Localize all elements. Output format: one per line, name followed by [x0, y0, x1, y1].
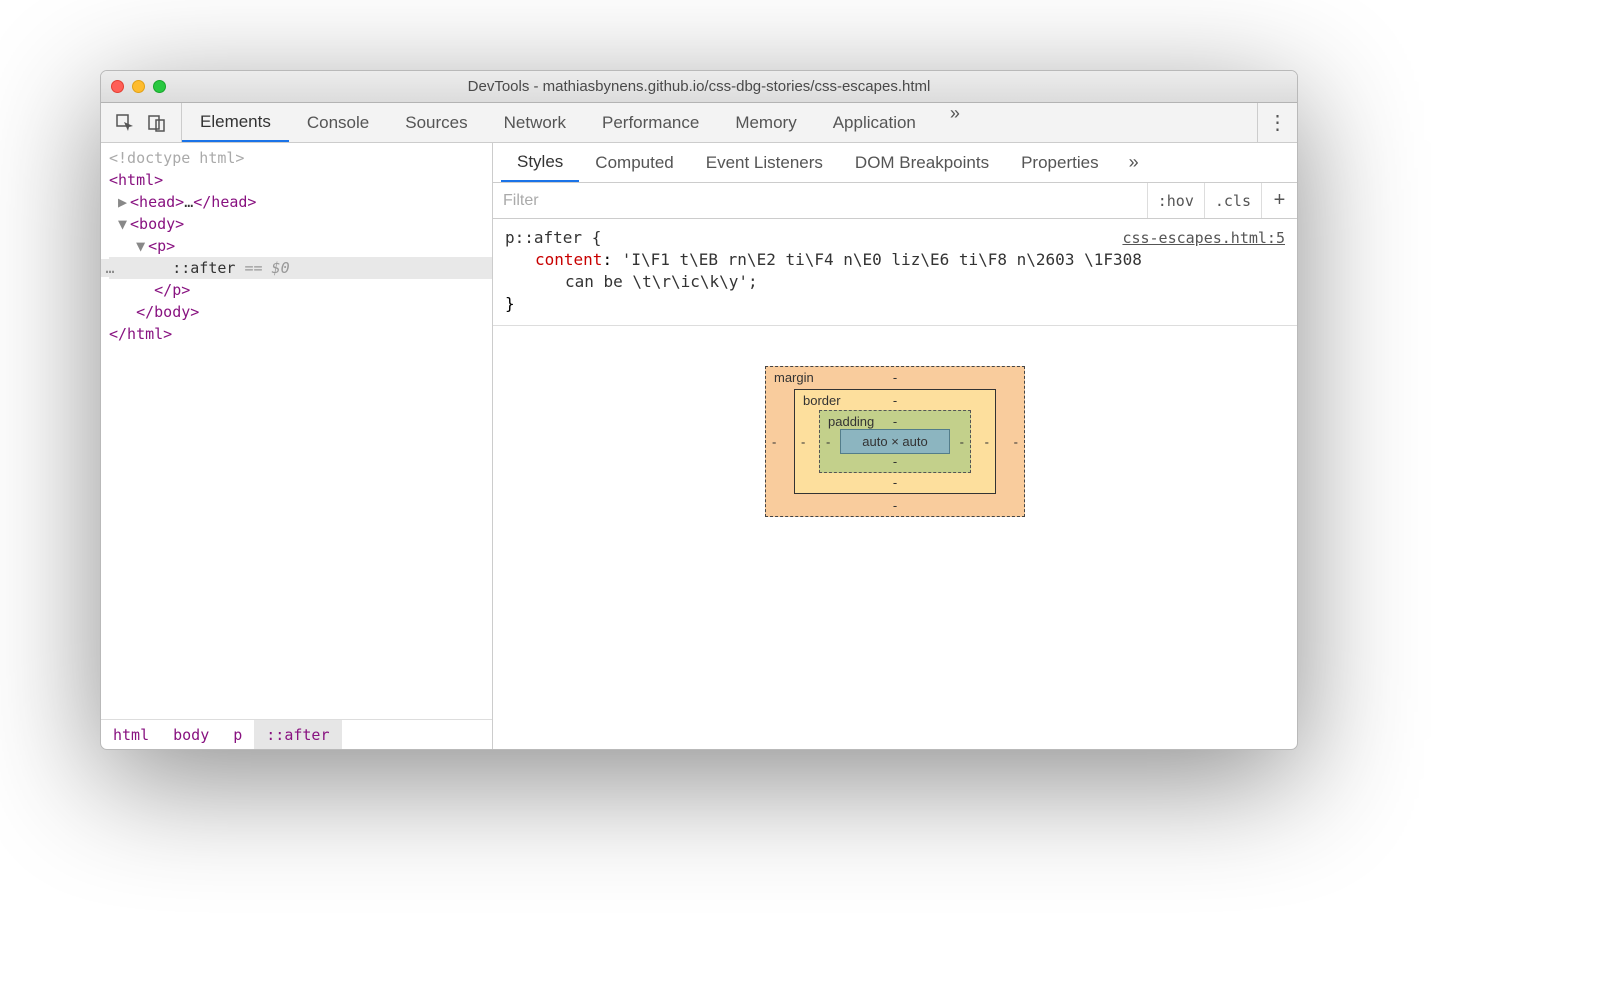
window-title: DevTools - mathiasbynens.github.io/css-d…	[101, 78, 1297, 95]
border-bottom-value: -	[893, 475, 897, 490]
dom-html-open[interactable]: <html>	[109, 169, 492, 191]
kebab-menu-icon[interactable]: ⋮	[1257, 103, 1297, 142]
tab-performance[interactable]: Performance	[584, 103, 717, 142]
border-left-value: -	[801, 434, 805, 449]
stab-computed[interactable]: Computed	[579, 143, 689, 182]
cls-toggle[interactable]: .cls	[1204, 183, 1261, 218]
crumb-after[interactable]: ::after	[254, 720, 341, 749]
stab-event-listeners[interactable]: Event Listeners	[690, 143, 839, 182]
dom-p-open[interactable]: ▼<p>	[109, 235, 492, 257]
inspect-tools	[101, 103, 182, 142]
dom-head[interactable]: ▶<head>…</head>	[109, 191, 492, 213]
devtools-window: DevTools - mathiasbynens.github.io/css-d…	[100, 70, 1298, 750]
css-rule[interactable]: css-escapes.html:5 p::after { content: '…	[493, 219, 1297, 326]
tab-console[interactable]: Console	[289, 103, 387, 142]
margin-left-value: -	[772, 434, 776, 449]
box-model-content[interactable]: auto × auto	[840, 429, 950, 454]
breadcrumb: html body p ::after	[101, 719, 492, 749]
tabs-overflow-icon[interactable]: »	[934, 103, 976, 142]
tab-memory[interactable]: Memory	[717, 103, 814, 142]
box-model-margin[interactable]: margin - - - - border - - - - padding -	[765, 366, 1025, 517]
inspect-element-icon[interactable]	[115, 113, 135, 133]
filter-row: :hov .cls +	[493, 183, 1297, 219]
padding-top-value: -	[893, 414, 897, 429]
hov-toggle[interactable]: :hov	[1147, 183, 1204, 218]
margin-top-value: -	[893, 370, 897, 385]
crumb-html[interactable]: html	[101, 720, 161, 749]
stab-dom-breakpoints[interactable]: DOM Breakpoints	[839, 143, 1005, 182]
dom-doctype[interactable]: <!doctype html>	[109, 147, 492, 169]
padding-left-value: -	[826, 434, 830, 449]
minimize-window-button[interactable]	[132, 80, 145, 93]
dom-p-close[interactable]: </p>	[109, 279, 492, 301]
styles-sub-tabs: Styles Computed Event Listeners DOM Brea…	[493, 143, 1297, 183]
prop-value-line1[interactable]: 'I\F1 t\EB rn\E2 ti\F4 n\E0 liz\E6 ti\F8…	[622, 250, 1142, 269]
content-area: <!doctype html> <html> ▶<head>…</head> ▼…	[101, 143, 1297, 749]
box-model-border[interactable]: border - - - - padding - - - - auto × au…	[794, 389, 996, 494]
dom-after-selected[interactable]: ::after == $0	[109, 257, 492, 279]
margin-right-value: -	[1014, 434, 1018, 449]
stabs-overflow-icon[interactable]: »	[1115, 152, 1153, 173]
rule-source-link[interactable]: css-escapes.html:5	[1122, 227, 1285, 249]
margin-label: margin	[774, 370, 814, 385]
plus-icon: +	[1274, 189, 1286, 212]
tab-network[interactable]: Network	[486, 103, 584, 142]
border-label: border	[803, 393, 841, 408]
box-model: margin - - - - border - - - - padding -	[493, 326, 1297, 749]
dom-body-close[interactable]: </body>	[109, 301, 492, 323]
crumb-p[interactable]: p	[221, 720, 254, 749]
stab-styles[interactable]: Styles	[501, 143, 579, 182]
padding-bottom-value: -	[893, 454, 897, 469]
dom-body-open[interactable]: ▼<body>	[109, 213, 492, 235]
new-style-rule-button[interactable]: +	[1261, 183, 1297, 218]
box-model-padding[interactable]: padding - - - - auto × auto	[819, 410, 971, 473]
device-toolbar-icon[interactable]	[147, 113, 167, 133]
crumb-body[interactable]: body	[161, 720, 221, 749]
border-right-value: -	[985, 434, 989, 449]
border-top-value: -	[893, 393, 897, 408]
zoom-window-button[interactable]	[153, 80, 166, 93]
tab-sources[interactable]: Sources	[387, 103, 485, 142]
close-window-button[interactable]	[111, 80, 124, 93]
tab-elements[interactable]: Elements	[182, 103, 289, 142]
tab-application[interactable]: Application	[815, 103, 934, 142]
prop-name-content[interactable]: content	[535, 250, 602, 269]
margin-bottom-value: -	[893, 498, 897, 513]
traffic-lights	[111, 80, 166, 93]
dom-tree[interactable]: <!doctype html> <html> ▶<head>…</head> ▼…	[101, 143, 492, 719]
styles-pane: Styles Computed Event Listeners DOM Brea…	[493, 143, 1297, 749]
padding-label: padding	[828, 414, 874, 429]
main-tab-strip: Elements Console Sources Network Perform…	[101, 103, 1297, 143]
stab-properties[interactable]: Properties	[1005, 143, 1114, 182]
padding-right-value: -	[960, 434, 964, 449]
gutter-ellipsis-icon[interactable]: …	[101, 259, 119, 277]
titlebar: DevTools - mathiasbynens.github.io/css-d…	[101, 71, 1297, 103]
rule-selector: p::after {	[505, 228, 601, 247]
dom-html-close[interactable]: </html>	[109, 323, 492, 345]
styles-filter-input[interactable]	[493, 183, 1147, 218]
elements-pane: <!doctype html> <html> ▶<head>…</head> ▼…	[101, 143, 493, 749]
prop-value-line2[interactable]: can be \t\r\ic\k\y';	[505, 271, 1285, 293]
rule-close-brace: }	[505, 294, 515, 313]
